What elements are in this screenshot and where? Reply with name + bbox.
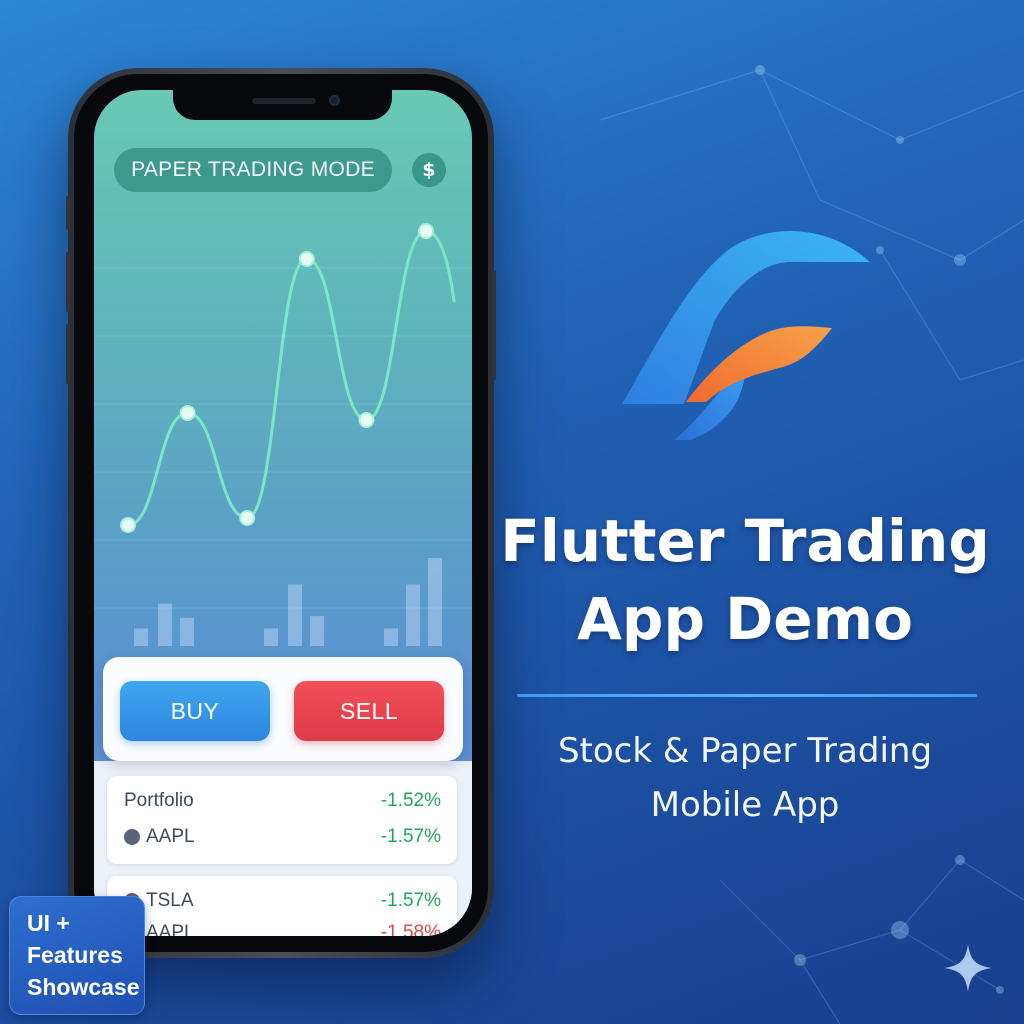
phone-screen: PAPER TRADING MODE $ Portfolio -1.52% AA…: [94, 90, 472, 936]
holdings-card[interactable]: TSLA -1.57% AAPL -1.58%: [107, 876, 457, 936]
volume-bar: [310, 616, 324, 646]
phone-power-button: [492, 270, 496, 380]
sparkle-icon: [944, 944, 992, 992]
volume-bar: [158, 603, 172, 646]
stock-dot-icon: [124, 829, 140, 845]
stock-symbol: AAPL: [146, 922, 195, 936]
camera-icon: [329, 95, 340, 106]
price-point: [418, 223, 434, 239]
list-item[interactable]: TSLA -1.57%: [124, 888, 441, 914]
price-point: [358, 412, 375, 428]
portfolio-change: -1.52%: [380, 790, 441, 811]
stock-change: -1.57%: [380, 890, 441, 911]
portfolio-label: Portfolio: [124, 790, 194, 811]
badge-line-3: Showcase: [27, 974, 140, 1000]
page-title: Flutter Trading App Demo: [500, 502, 990, 658]
speaker-icon: [252, 98, 316, 104]
volume-bar: [134, 628, 148, 646]
list-item[interactable]: AAPL -1.58%: [124, 920, 441, 936]
portfolio-header-row: Portfolio -1.52%: [124, 788, 441, 814]
title-divider: [517, 694, 977, 697]
portfolio-card[interactable]: Portfolio -1.52% AAPL -1.57%: [107, 776, 457, 864]
flutter-f-logo-icon: [622, 230, 870, 440]
phone-notch: [173, 90, 392, 120]
volume-bar: [288, 584, 302, 646]
phone-volume-up-button: [66, 252, 70, 312]
phone-side-button: [66, 196, 70, 230]
stock-change: -1.57%: [380, 826, 441, 847]
badge-line-1: UI +: [27, 910, 70, 936]
buy-button[interactable]: BUY: [120, 681, 270, 741]
trade-panel: BUY SELL: [103, 657, 463, 761]
phone-volume-down-button: [66, 324, 70, 384]
price-point: [120, 517, 136, 533]
volume-bar: [264, 628, 278, 646]
paper-trading-mode-pill[interactable]: PAPER TRADING MODE: [114, 148, 392, 192]
showcase-badge: UI + Features Showcase: [9, 896, 145, 1015]
price-line: [126, 229, 456, 527]
badge-line-2: Features: [27, 942, 123, 968]
volume-bar: [384, 628, 398, 646]
title-line-1: Flutter Trading: [500, 507, 990, 575]
volume-bar: [428, 558, 442, 646]
volume-bar: [406, 584, 420, 646]
stock-symbol: AAPL: [146, 826, 195, 847]
price-point: [239, 510, 256, 526]
price-point: [179, 405, 196, 421]
sell-button[interactable]: SELL: [294, 681, 444, 741]
price-point: [298, 251, 315, 267]
list-item[interactable]: AAPL -1.57%: [124, 824, 441, 850]
subtitle-line-1: Stock & Paper Trading: [557, 731, 933, 771]
dollar-icon[interactable]: $: [412, 153, 446, 187]
price-chart: [94, 223, 472, 646]
stock-symbol: TSLA: [146, 890, 194, 911]
title-line-2: App Demo: [577, 585, 913, 653]
volume-bar: [180, 617, 194, 646]
subtitle-line-2: Mobile App: [650, 785, 840, 825]
page-subtitle: Stock & Paper Trading Mobile App: [500, 724, 990, 832]
stock-change: -1.58%: [380, 922, 441, 936]
